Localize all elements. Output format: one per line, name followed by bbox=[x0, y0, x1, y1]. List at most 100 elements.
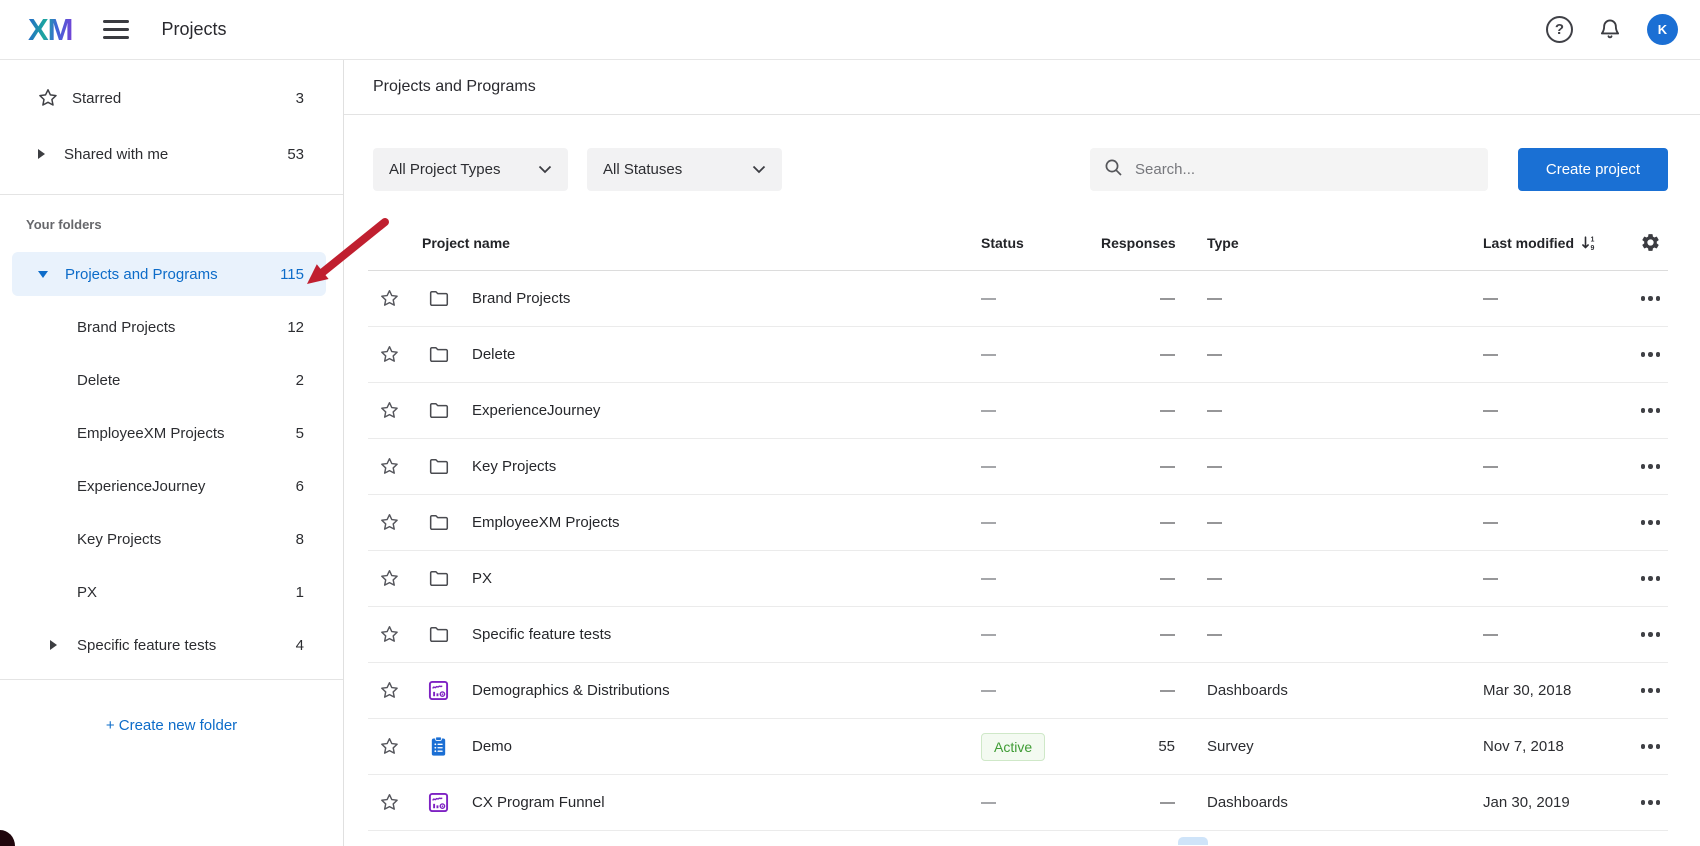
project-types-label: All Project Types bbox=[389, 161, 500, 178]
caret-down-icon[interactable] bbox=[38, 271, 48, 278]
sidebar-folder-item[interactable]: Delete2 bbox=[12, 358, 326, 402]
folder-count: 6 bbox=[296, 478, 304, 495]
folder-icon bbox=[416, 288, 460, 309]
folder-icon bbox=[416, 512, 460, 533]
status-value: — bbox=[981, 626, 1101, 643]
sidebar: Starred 3 Shared with me 53 Your folders… bbox=[0, 60, 344, 846]
star-toggle-icon[interactable] bbox=[368, 513, 416, 532]
table-row[interactable]: Key Projects———— bbox=[368, 439, 1668, 495]
sidebar-folder-item[interactable]: ExperienceJourney 6 bbox=[12, 464, 326, 508]
table-row[interactable]: Specific feature tests———— bbox=[368, 607, 1668, 663]
your-folders-heading: Your folders bbox=[26, 217, 343, 232]
create-new-folder-button[interactable]: + Create new folder bbox=[0, 692, 343, 758]
star-toggle-icon[interactable] bbox=[368, 681, 416, 700]
modified-value: Jan 30, 2019 bbox=[1451, 794, 1633, 811]
folder-label: ExperienceJourney bbox=[77, 478, 205, 495]
help-icon[interactable]: ? bbox=[1546, 16, 1573, 43]
project-types-dropdown[interactable]: All Project Types bbox=[373, 148, 568, 191]
star-toggle-icon[interactable] bbox=[368, 793, 416, 812]
project-name[interactable]: Demo bbox=[460, 738, 981, 755]
partial-badge-sliver bbox=[1178, 837, 1208, 845]
project-name[interactable]: Specific feature tests bbox=[460, 626, 981, 643]
table-row[interactable]: Demographics & Distributions——Dashboards… bbox=[368, 663, 1668, 719]
star-toggle-icon[interactable] bbox=[368, 401, 416, 420]
row-menu-ellipsis-icon[interactable] bbox=[1633, 576, 1668, 581]
star-icon bbox=[38, 88, 59, 108]
table-row[interactable]: EmployeeXM Projects———— bbox=[368, 495, 1668, 551]
status-value: — bbox=[981, 290, 1101, 307]
row-menu-ellipsis-icon[interactable] bbox=[1633, 408, 1668, 413]
responses-value: — bbox=[1101, 458, 1175, 475]
table-row[interactable]: DemoActive55SurveyNov 7, 2018 bbox=[368, 719, 1668, 775]
table-row[interactable]: PX———— bbox=[368, 551, 1668, 607]
project-name[interactable]: PX bbox=[460, 570, 981, 587]
row-menu-ellipsis-icon[interactable] bbox=[1633, 520, 1668, 525]
col-status[interactable]: Status bbox=[981, 235, 1101, 251]
col-last-modified[interactable]: Last modified 19 bbox=[1451, 235, 1633, 251]
row-menu-ellipsis-icon[interactable] bbox=[1633, 464, 1668, 469]
sort-1-to-9-icon: 19 bbox=[1581, 235, 1597, 251]
statuses-label: All Statuses bbox=[603, 161, 682, 178]
table-row[interactable]: Delete———— bbox=[368, 327, 1668, 383]
responses-value: — bbox=[1101, 626, 1175, 643]
table-settings-gear-icon[interactable] bbox=[1633, 232, 1668, 253]
type-value: — bbox=[1175, 290, 1451, 307]
type-value: — bbox=[1175, 458, 1451, 475]
project-name[interactable]: ExperienceJourney bbox=[460, 402, 981, 419]
responses-value: — bbox=[1101, 290, 1175, 307]
table-header: Project name Status Responses Type Last … bbox=[368, 215, 1668, 271]
caret-right-icon[interactable] bbox=[38, 149, 47, 159]
sidebar-folder-item[interactable]: PX1 bbox=[12, 570, 326, 614]
star-toggle-icon[interactable] bbox=[368, 457, 416, 476]
row-menu-ellipsis-icon[interactable] bbox=[1633, 800, 1668, 805]
project-name[interactable]: Demographics & Distributions bbox=[460, 682, 981, 699]
col-project-name[interactable]: Project name bbox=[416, 235, 981, 251]
modified-value: Nov 7, 2018 bbox=[1451, 738, 1633, 755]
project-name[interactable]: Delete bbox=[460, 346, 981, 363]
statuses-dropdown[interactable]: All Statuses bbox=[587, 148, 782, 191]
table-body: Brand Projects————Delete————ExperienceJo… bbox=[368, 271, 1668, 831]
search-input[interactable] bbox=[1133, 160, 1474, 179]
svg-text:1: 1 bbox=[1591, 236, 1595, 243]
sidebar-folder-item[interactable]: Key Projects8 bbox=[12, 517, 326, 561]
folder-label: PX bbox=[77, 584, 97, 601]
sidebar-divider bbox=[0, 194, 343, 195]
row-menu-ellipsis-icon[interactable] bbox=[1633, 744, 1668, 749]
project-name[interactable]: CX Program Funnel bbox=[460, 794, 981, 811]
star-toggle-icon[interactable] bbox=[368, 625, 416, 644]
col-responses[interactable]: Responses bbox=[1101, 235, 1175, 251]
sidebar-folder-item[interactable]: EmployeeXM Projects5 bbox=[12, 411, 326, 455]
star-toggle-icon[interactable] bbox=[368, 345, 416, 364]
sidebar-folder-item[interactable]: Brand Projects12 bbox=[12, 305, 326, 349]
survey-icon bbox=[416, 736, 460, 757]
notifications-icon[interactable] bbox=[1597, 17, 1623, 43]
search-box bbox=[1090, 148, 1488, 191]
row-menu-ellipsis-icon[interactable] bbox=[1633, 632, 1668, 637]
row-menu-ellipsis-icon[interactable] bbox=[1633, 688, 1668, 693]
row-menu-ellipsis-icon[interactable] bbox=[1633, 296, 1668, 301]
project-name[interactable]: Key Projects bbox=[460, 458, 981, 475]
menu-icon[interactable] bbox=[103, 20, 129, 39]
star-toggle-icon[interactable] bbox=[368, 737, 416, 756]
table-row[interactable]: CX Program Funnel——DashboardsJan 30, 201… bbox=[368, 775, 1668, 831]
folder-count: 8 bbox=[296, 531, 304, 548]
folder-label: Delete bbox=[77, 372, 120, 389]
col-type[interactable]: Type bbox=[1175, 235, 1451, 251]
project-name[interactable]: Brand Projects bbox=[460, 290, 981, 307]
star-toggle-icon[interactable] bbox=[368, 289, 416, 308]
sidebar-folder-item[interactable]: Specific feature tests4 bbox=[12, 623, 326, 667]
caret-right-icon[interactable] bbox=[50, 640, 59, 650]
xm-logo: XM bbox=[28, 14, 73, 45]
table-row[interactable]: Brand Projects———— bbox=[368, 271, 1668, 327]
sidebar-item-shared[interactable]: Shared with me 53 bbox=[12, 126, 326, 182]
star-toggle-icon[interactable] bbox=[368, 569, 416, 588]
sidebar-item-starred[interactable]: Starred 3 bbox=[12, 70, 326, 126]
create-project-button[interactable]: Create project bbox=[1518, 148, 1668, 191]
avatar[interactable]: K bbox=[1647, 14, 1678, 45]
project-name[interactable]: EmployeeXM Projects bbox=[460, 514, 981, 531]
row-menu-ellipsis-icon[interactable] bbox=[1633, 352, 1668, 357]
table-row[interactable]: ExperienceJourney———— bbox=[368, 383, 1668, 439]
status-badge: Active bbox=[981, 733, 1045, 761]
type-value: Dashboards bbox=[1175, 794, 1451, 811]
sidebar-folder-item[interactable]: Projects and Programs115 bbox=[12, 252, 326, 296]
